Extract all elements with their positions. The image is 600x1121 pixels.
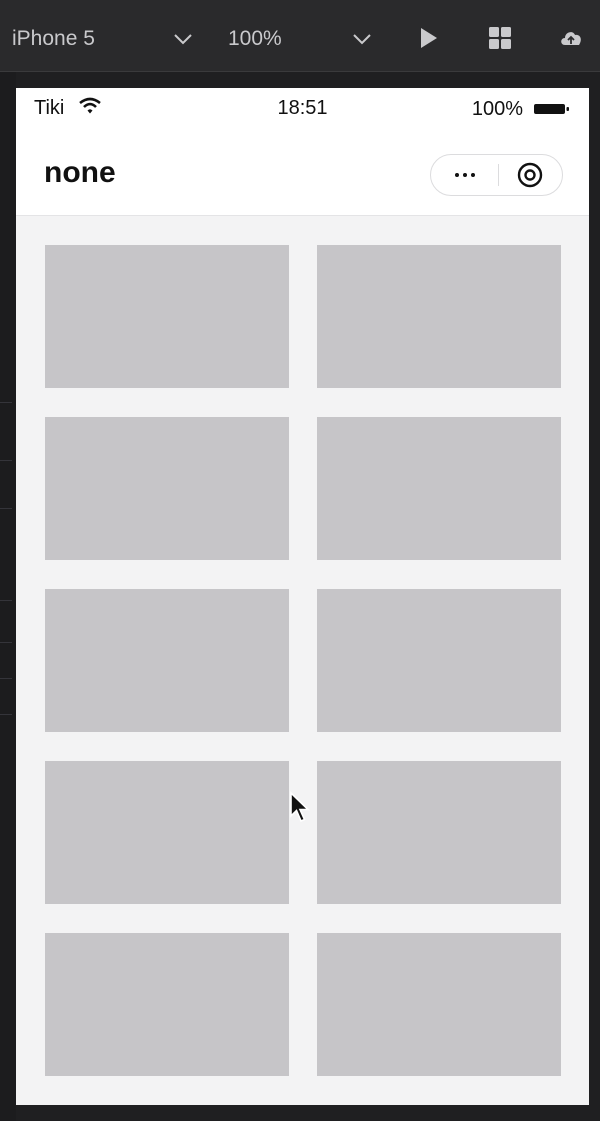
zoom-select-label[interactable]: 100% — [228, 24, 282, 54]
cloud-upload-icon[interactable] — [558, 25, 584, 51]
divider — [0, 460, 12, 461]
grid-tile[interactable] — [45, 589, 289, 732]
mouse-cursor-icon — [289, 791, 311, 825]
device-chevron-down-icon[interactable] — [171, 27, 195, 51]
grid-icon[interactable] — [487, 25, 513, 51]
grid-tile[interactable] — [45, 417, 289, 560]
device-select-label[interactable]: iPhone 5 — [12, 24, 95, 54]
close-icon[interactable] — [515, 160, 545, 190]
phone-screen: Tiki 18:51 100% none — [16, 88, 589, 1105]
grid-tile[interactable] — [317, 761, 561, 904]
battery-icon — [533, 100, 571, 118]
divider — [0, 642, 12, 643]
play-icon[interactable] — [415, 25, 441, 51]
navigation-bar: none — [16, 130, 589, 216]
grid-tile[interactable] — [45, 245, 289, 388]
capsule-divider — [498, 164, 499, 186]
menu-capsule — [430, 154, 563, 196]
divider — [0, 714, 12, 715]
simulator-toolbar: iPhone 5 100% — [0, 0, 600, 72]
divider — [0, 508, 12, 509]
divider — [0, 402, 12, 403]
divider — [0, 600, 12, 601]
grid-tile[interactable] — [317, 589, 561, 732]
more-icon[interactable] — [445, 155, 489, 195]
grid-tile[interactable] — [317, 245, 561, 388]
zoom-chevron-down-icon[interactable] — [350, 27, 374, 51]
grid-tile[interactable] — [45, 933, 289, 1076]
divider — [0, 678, 12, 679]
ide-side-strip — [0, 72, 16, 1121]
grid-tile[interactable] — [317, 933, 561, 1076]
page-title: none — [44, 156, 116, 189]
grid-tile[interactable] — [45, 761, 289, 904]
grid-tile[interactable] — [317, 417, 561, 560]
status-bar: Tiki 18:51 100% — [16, 88, 589, 130]
tile-grid — [16, 216, 589, 1105]
battery-percentage: 100% — [471, 98, 523, 120]
